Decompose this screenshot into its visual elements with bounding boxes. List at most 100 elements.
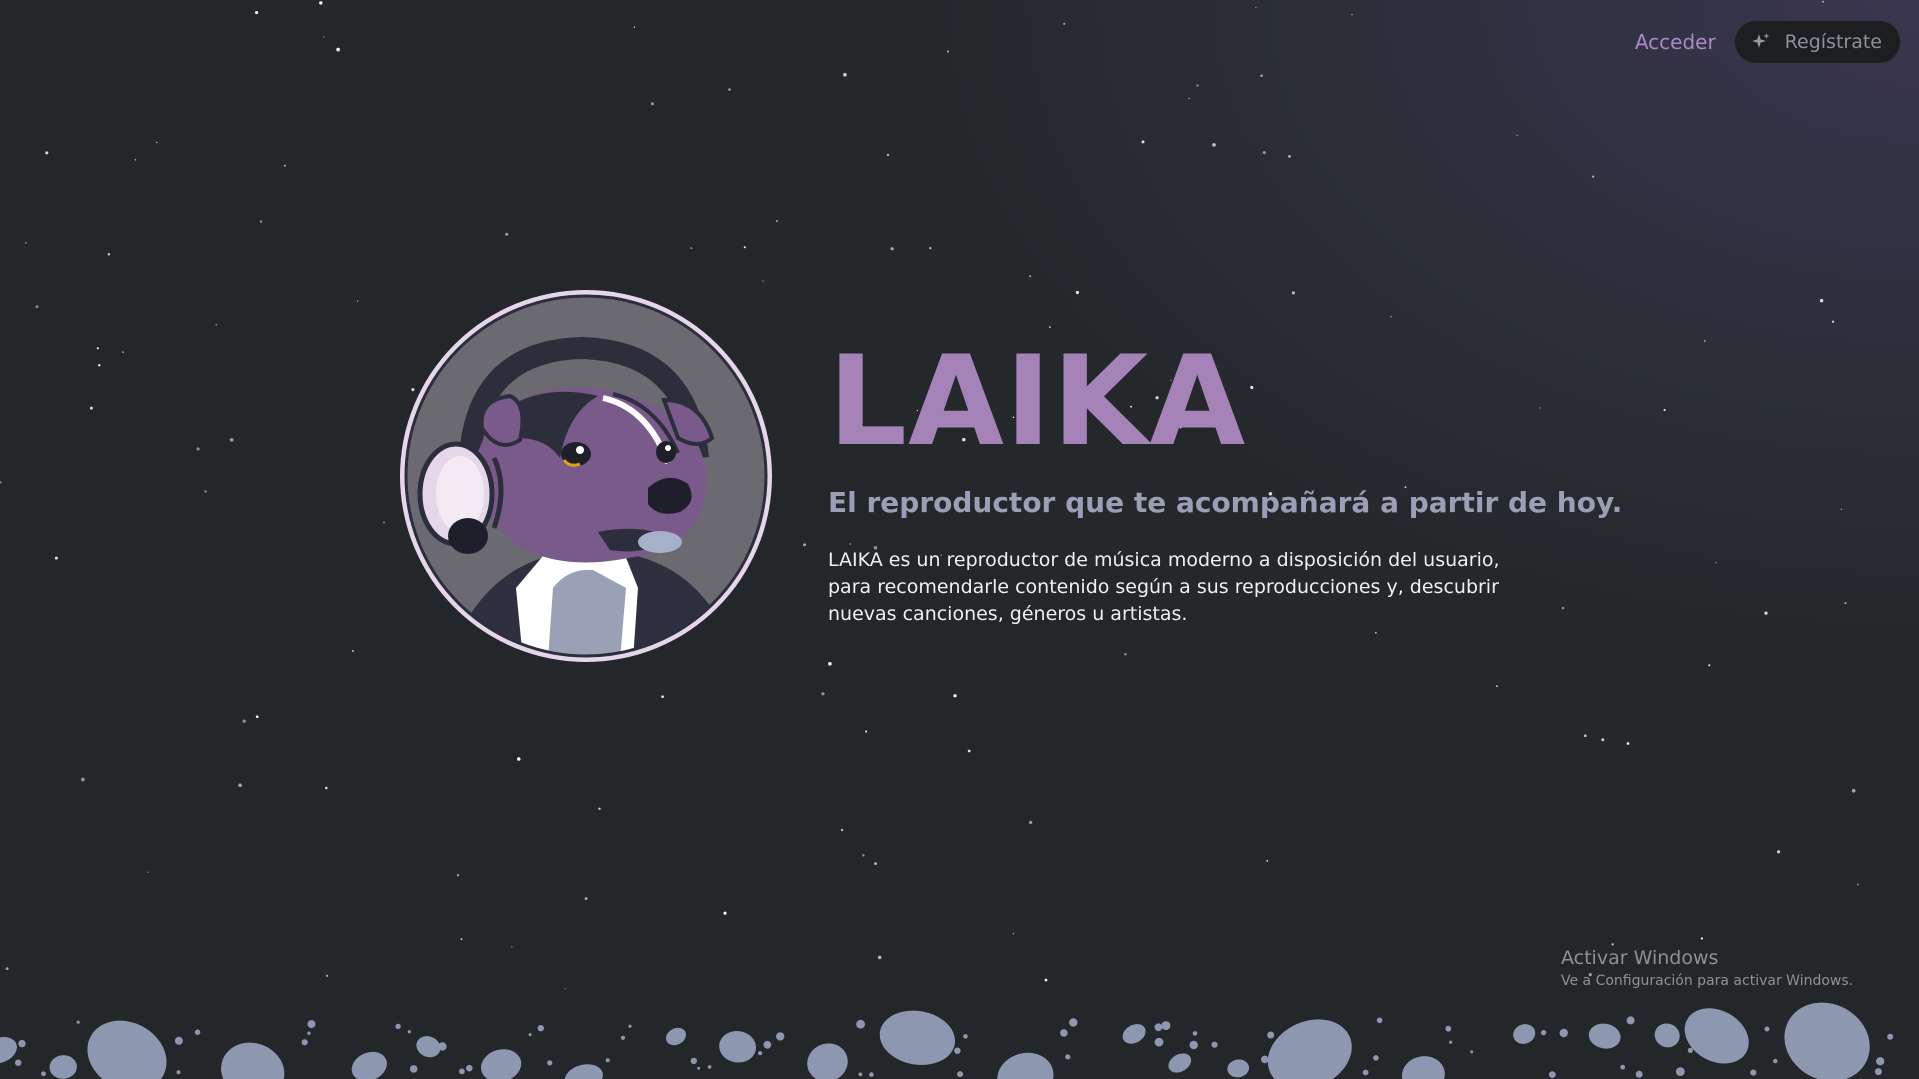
star [1611, 943, 1614, 946]
star [762, 280, 764, 282]
asteroid-debris [1675, 1067, 1685, 1076]
star [1188, 97, 1190, 100]
star [840, 828, 844, 832]
star [1844, 602, 1847, 605]
asteroid-debris [1161, 1021, 1171, 1031]
star [1212, 143, 1216, 147]
asteroid-debris [1876, 1057, 1885, 1066]
asteroid [221, 1042, 285, 1079]
star [1857, 883, 1859, 886]
star [1260, 74, 1263, 78]
star [319, 1, 323, 5]
star [877, 955, 882, 960]
star [967, 749, 971, 753]
asteroid-debris [307, 1020, 316, 1029]
asteroid-debris [856, 1019, 865, 1029]
asteroid-debris [1376, 1017, 1383, 1024]
asteroid [879, 1010, 956, 1065]
star [598, 807, 601, 810]
star [743, 246, 746, 249]
star [1255, 6, 1257, 9]
star [0, 481, 2, 484]
asteroid-debris [1470, 1050, 1474, 1054]
asteroid [1784, 1002, 1870, 1079]
star [1496, 685, 1498, 687]
star [45, 151, 49, 155]
asteroid [87, 1020, 167, 1079]
register-button[interactable]: Regístrate [1733, 20, 1901, 64]
star [1819, 298, 1824, 303]
asteroid-debris [307, 1031, 311, 1035]
asteroid-debris [1626, 1016, 1635, 1025]
star [584, 897, 588, 900]
star [1288, 155, 1291, 158]
asteroid-debris [1065, 1054, 1071, 1060]
asteroid-debris [1373, 1055, 1379, 1061]
star [1601, 738, 1605, 742]
asteroid-debris [1261, 1055, 1269, 1064]
star [1351, 13, 1353, 16]
asteroid [719, 1031, 757, 1063]
asteroid-debris [194, 1029, 201, 1035]
star [456, 874, 460, 877]
star [828, 661, 832, 666]
star [54, 556, 58, 560]
asteroid-debris [869, 1072, 874, 1077]
star [862, 854, 865, 857]
asteroid-debris [174, 1036, 183, 1045]
star [1851, 788, 1856, 793]
asteroid-debris [537, 1025, 544, 1032]
star [775, 219, 779, 223]
star [336, 47, 340, 52]
asteroid-debris [1773, 1058, 1778, 1064]
asteroid-debris [528, 1033, 532, 1037]
asteroid-debris [763, 1040, 772, 1049]
asteroid [1401, 1056, 1445, 1079]
star [690, 247, 693, 250]
asteroid-debris [963, 1034, 968, 1039]
star [238, 783, 242, 788]
star [1708, 664, 1711, 667]
star [229, 437, 234, 442]
star [1764, 611, 1768, 615]
star [1592, 175, 1595, 178]
star [947, 50, 949, 53]
asteroid-debris [1541, 1030, 1547, 1036]
asteroid-debris [466, 1064, 473, 1072]
asteroid-debris [1635, 1070, 1643, 1078]
star [215, 324, 217, 326]
star [122, 351, 124, 353]
page-title: LAIKA [828, 330, 1247, 474]
asteroid [480, 1049, 522, 1079]
asteroid-debris [1189, 1040, 1198, 1050]
asteroid-debris [1687, 1047, 1693, 1053]
star [1012, 932, 1015, 935]
star [1584, 734, 1587, 737]
star [1141, 140, 1145, 144]
asteroid-debris [1154, 1023, 1163, 1032]
star [283, 164, 286, 167]
asteroid [665, 1027, 687, 1046]
login-link[interactable]: Acceder [1635, 30, 1716, 54]
asteroid-debris [1267, 1031, 1275, 1039]
star [890, 247, 894, 251]
star [1044, 978, 1048, 982]
star [803, 543, 806, 547]
star [35, 305, 39, 309]
asteroid [997, 1052, 1054, 1079]
star [650, 102, 654, 106]
star [1840, 508, 1842, 510]
star [1777, 850, 1781, 854]
star [843, 72, 847, 77]
star [96, 347, 99, 350]
star [98, 364, 101, 367]
star [356, 300, 359, 302]
asteroid-debris [176, 1070, 181, 1075]
star [1390, 316, 1392, 318]
star [1663, 408, 1666, 412]
asteroid-debris [407, 1030, 411, 1034]
star [821, 692, 825, 696]
star [1831, 320, 1835, 323]
asteroid-debris [1268, 1057, 1277, 1065]
asteroid-debris [301, 1039, 308, 1046]
